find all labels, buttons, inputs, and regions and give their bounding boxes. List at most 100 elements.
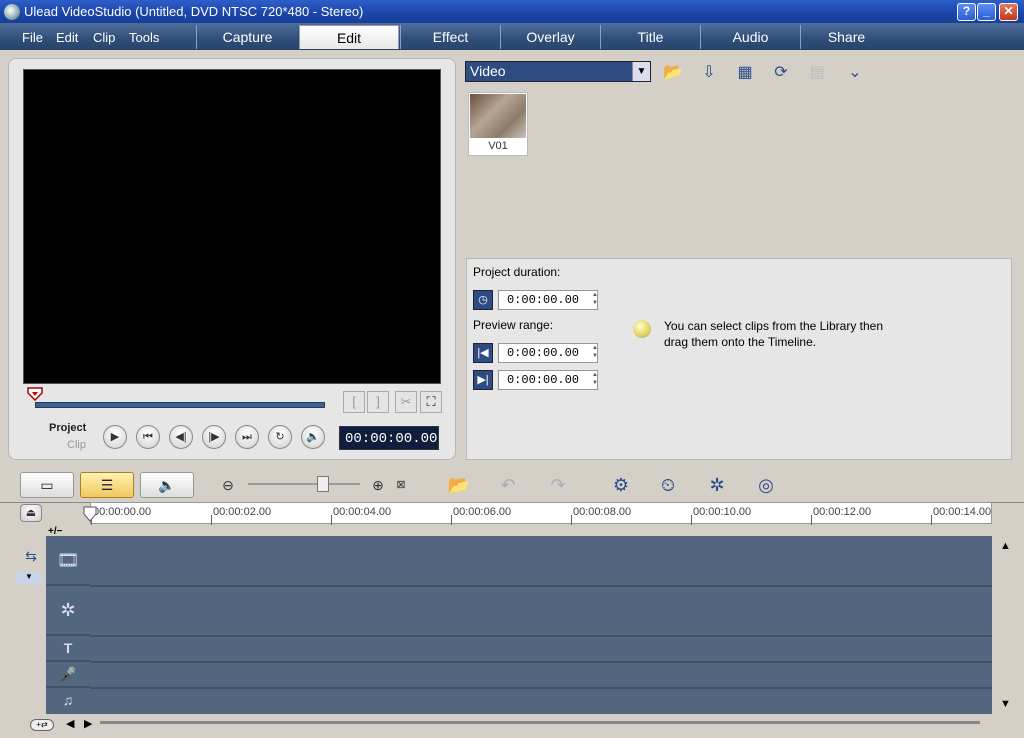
- smart-proxy-icon[interactable]: ⚙: [606, 471, 636, 499]
- duration-spinner-icon[interactable]: ▲ ▼: [589, 291, 601, 309]
- chevron-down-icon[interactable]: ▼: [16, 572, 42, 584]
- tab-audio[interactable]: Audio: [700, 25, 800, 49]
- menu-clip[interactable]: Clip: [93, 30, 115, 45]
- prev-frame-icon[interactable]: ◀|: [169, 425, 193, 449]
- surround-mixer-icon[interactable]: ◎: [751, 471, 781, 499]
- cut-clip-icon[interactable]: ✂: [395, 391, 417, 413]
- collapse-timeline-icon[interactable]: ⏏: [20, 504, 42, 522]
- music-track-icon[interactable]: ♫: [46, 688, 90, 714]
- track-manager-small-icon[interactable]: ⇆: [20, 548, 42, 566]
- ruler-label: 00:00:14.00: [933, 506, 992, 518]
- undo-icon[interactable]: ↶: [493, 471, 523, 499]
- project-duration-field[interactable]: 0:00:00.00: [498, 290, 598, 310]
- overlay-track-icon[interactable]: ✲: [46, 586, 90, 636]
- insert-media-icon[interactable]: 📂: [444, 471, 474, 499]
- voice-track-icon[interactable]: 🎤: [46, 662, 90, 688]
- scrubber-handle-icon[interactable]: [27, 387, 43, 401]
- zoom-in-icon[interactable]: ⊕: [364, 471, 392, 499]
- timeline-view-icon[interactable]: ☰: [80, 472, 134, 498]
- enlarge-preview-icon[interactable]: ⛶: [420, 391, 442, 413]
- preview-screen: [23, 69, 441, 384]
- refresh-icon[interactable]: ⟳: [768, 61, 794, 85]
- expand-options-icon[interactable]: ⌄: [842, 61, 868, 85]
- track-headers: 🎞 ✲ T 🎤 ♫: [46, 536, 90, 714]
- tab-overlay[interactable]: Overlay: [500, 25, 600, 49]
- zoom-slider-thumb[interactable]: [317, 476, 329, 492]
- title-track-icon[interactable]: T: [46, 636, 90, 662]
- sort-icon[interactable]: ⇩: [696, 61, 722, 85]
- export-library-icon[interactable]: ▤: [804, 61, 830, 85]
- ruler-label: 00:00:04.00: [333, 506, 392, 518]
- redo-icon[interactable]: ↷: [543, 471, 573, 499]
- ruler-label: 00:00:00.00: [93, 506, 152, 518]
- ruler-label: 00:00:12.00: [813, 506, 872, 518]
- mark-out-button[interactable]: ]: [367, 391, 389, 413]
- timeline-tracks[interactable]: [90, 536, 992, 714]
- range-start-spinner-icon[interactable]: ▲ ▼: [589, 344, 601, 362]
- scroll-up-icon[interactable]: ▲: [1000, 540, 1011, 552]
- zoom-out-icon[interactable]: ⊖: [214, 471, 242, 499]
- fit-project-icon[interactable]: ⊠: [390, 471, 412, 499]
- ruler-tick: [331, 515, 332, 525]
- play-icon[interactable]: ▶: [103, 425, 127, 449]
- ruler-tick: [931, 515, 932, 525]
- track-divider: [90, 635, 992, 637]
- track-divider: [90, 661, 992, 663]
- chevron-down-icon[interactable]: ▼: [632, 62, 650, 81]
- library-category-value: Video: [470, 63, 506, 79]
- range-end-spinner-icon[interactable]: ▲ ▼: [589, 371, 601, 389]
- track-divider: [90, 687, 992, 689]
- mode-project-label[interactable]: Project: [49, 422, 86, 434]
- audio-view-icon[interactable]: 🔈: [140, 472, 194, 498]
- scroll-down-icon[interactable]: ▼: [1000, 698, 1011, 710]
- scrubber-bar[interactable]: [35, 402, 325, 408]
- library-manager-icon[interactable]: ▦: [732, 61, 758, 85]
- zoom-slider-track[interactable]: [248, 483, 360, 485]
- scroll-to-playhead-icon[interactable]: +⇄: [30, 719, 54, 731]
- timeline-horizontal-scrollbar[interactable]: [100, 721, 980, 724]
- playhead-marker-icon[interactable]: [83, 506, 97, 522]
- batch-convert-icon[interactable]: ⏲: [653, 471, 683, 499]
- ruler-tick: [571, 515, 572, 525]
- project-duration-label: Project duration:: [473, 265, 561, 279]
- next-frame-icon[interactable]: |▶: [202, 425, 226, 449]
- storyboard-view-icon[interactable]: ▭: [20, 472, 74, 498]
- menu-file[interactable]: File: [22, 30, 43, 45]
- clock-icon: ◷: [473, 290, 493, 310]
- video-track-icon[interactable]: 🎞: [46, 536, 90, 586]
- timeline-vertical-scrollbar[interactable]: ▲ ▼: [996, 536, 1018, 714]
- ruler-tick: [451, 515, 452, 525]
- go-start-icon[interactable]: ⏮: [136, 425, 160, 449]
- ruler-tick: [211, 515, 212, 525]
- range-end-field[interactable]: 0:00:00.00: [498, 370, 598, 390]
- open-folder-icon[interactable]: 📂: [660, 61, 686, 85]
- minimize-button[interactable]: _: [977, 3, 996, 21]
- tab-edit[interactable]: Edit: [299, 25, 399, 49]
- mode-clip-label[interactable]: Clip: [67, 439, 86, 451]
- track-manager-icon[interactable]: ✲: [702, 471, 732, 499]
- repeat-icon[interactable]: ↻: [268, 425, 292, 449]
- tab-effect[interactable]: Effect: [400, 25, 500, 49]
- ruler-label: 00:00:10.00: [693, 506, 752, 518]
- menu-edit[interactable]: Edit: [56, 30, 78, 45]
- help-button[interactable]: ?: [957, 3, 976, 21]
- tab-share[interactable]: Share: [800, 25, 892, 49]
- timecode-display[interactable]: 00:00:00.00: [339, 426, 439, 450]
- ruler-label: 00:00:08.00: [573, 506, 632, 518]
- window-title: Ulead VideoStudio (Untitled, DVD NTSC 72…: [24, 4, 364, 19]
- scroll-right-icon[interactable]: ▶: [84, 717, 92, 730]
- tab-title[interactable]: Title: [600, 25, 700, 49]
- scroll-left-icon[interactable]: ◀: [66, 717, 74, 730]
- go-end-icon[interactable]: ⏭: [235, 425, 259, 449]
- timeline-ruler[interactable]: 00:00:00.00 00:00:02.00 00:00:04.00 00:0…: [90, 502, 992, 525]
- tab-capture[interactable]: Capture: [196, 25, 298, 49]
- range-start-field[interactable]: 0:00:00.00: [498, 343, 598, 363]
- library-category-select[interactable]: Video ▼: [465, 61, 651, 82]
- menu-tools[interactable]: Tools: [129, 30, 159, 45]
- mark-in-button[interactable]: [: [343, 391, 365, 413]
- library-thumbnail[interactable]: V01: [468, 92, 528, 156]
- range-start-icon: |◀: [473, 343, 493, 363]
- volume-icon[interactable]: 🔈: [301, 425, 325, 449]
- ruler-tick: [811, 515, 812, 525]
- close-button[interactable]: ✕: [999, 3, 1018, 21]
